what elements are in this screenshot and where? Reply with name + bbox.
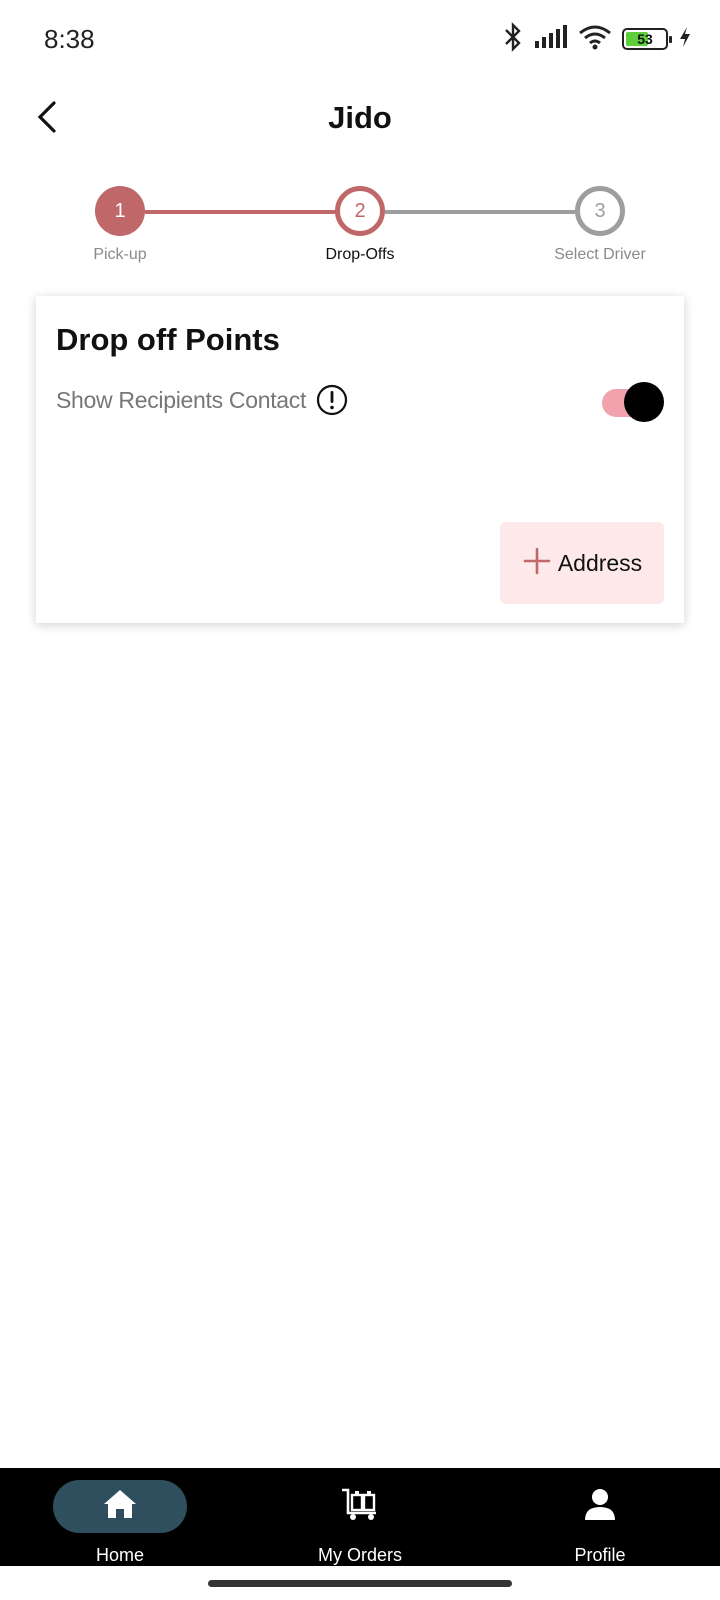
header: Jido [0,90,720,150]
status-bar: 8:38 53 [0,0,720,78]
step-3-label: Select Driver [554,246,646,263]
step-3-number: 3 [594,199,606,222]
luggage-cart-icon [340,1487,380,1526]
bluetooth-icon [502,21,524,57]
home-indicator[interactable] [208,1580,512,1587]
show-contact-label: Show Recipients Contact [56,386,307,413]
home-icon [102,1488,138,1525]
nav-item-my-orders[interactable]: My Orders [280,1468,440,1566]
step-2-label: Drop-Offs [325,246,395,263]
show-contact-toggle[interactable] [602,382,664,422]
signal-icon [534,24,568,54]
info-icon[interactable] [316,384,348,416]
wifi-icon [578,24,612,55]
step-connector-completed [145,210,337,214]
step-1-circle: 1 [95,186,145,236]
page-title: Jido [328,100,392,135]
battery-level: 53 [637,31,653,47]
nav-profile-label: Profile [574,1545,626,1565]
step-2-number: 2 [354,199,366,222]
battery-icon: 53 [622,28,672,50]
nav-item-profile[interactable]: Profile [520,1468,680,1566]
bottom-navigation: Home My Orders Profile [0,1468,720,1566]
step-1-number: 1 [114,199,126,222]
progress-stepper: 1 Pick-up 2 Drop-Offs 3 Select Driver [0,186,720,276]
nav-home-pill [53,1480,187,1533]
show-contact-row: Show Recipients Contact [56,384,348,416]
nav-orders-pill [293,1480,427,1533]
add-address-label: Address [557,549,643,576]
status-icons: 53 [502,21,692,57]
add-address-button[interactable]: Address [500,522,664,604]
step-1-label: Pick-up [93,246,147,263]
step-connector-pending [385,210,577,214]
charging-icon [678,26,692,53]
status-time: 8:38 [44,24,95,54]
nav-profile-pill [533,1480,667,1533]
nav-home-label: Home [95,1545,144,1565]
toggle-knob [624,382,664,422]
user-icon [583,1487,617,1526]
step-2-circle: 2 [335,186,385,236]
battery-cap [669,36,672,43]
nav-item-home[interactable]: Home [40,1468,200,1566]
plus-icon [522,546,552,581]
nav-orders-label: My Orders [317,1545,402,1565]
card-title: Drop off Points [56,322,280,357]
step-3-circle: 3 [575,186,625,236]
drop-off-card: Drop off Points Show Recipients Contact … [36,296,684,623]
